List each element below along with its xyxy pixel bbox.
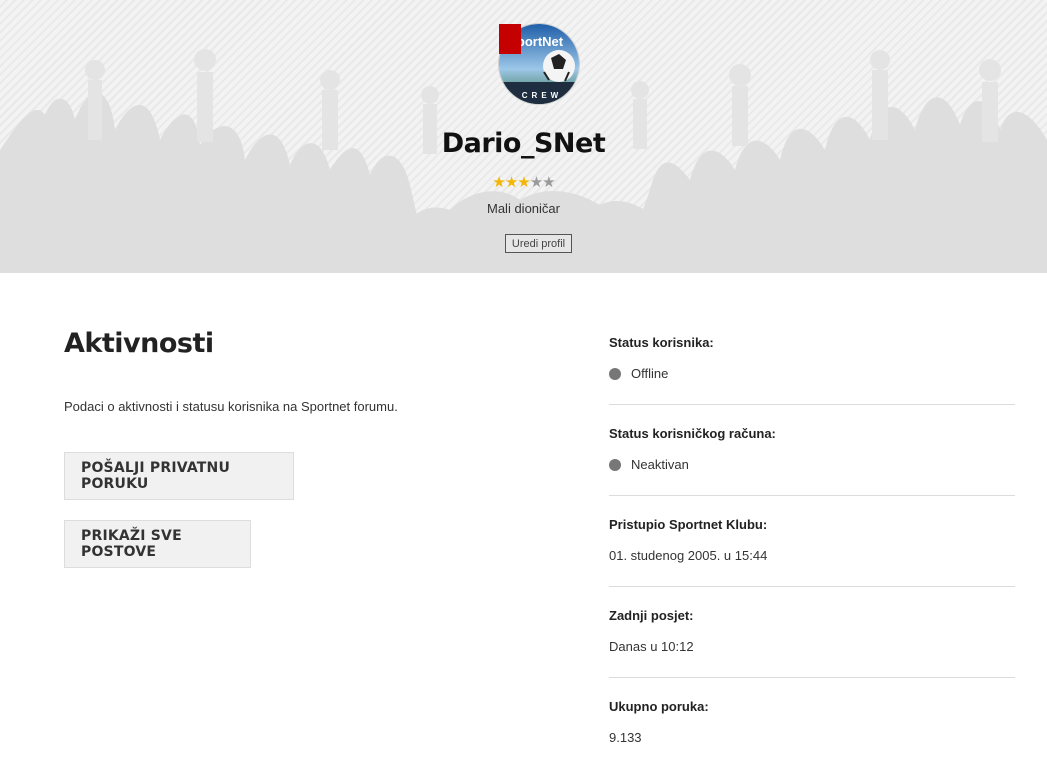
info-label: Status korisnika: bbox=[609, 335, 714, 350]
star-empty-icon: ★ bbox=[542, 174, 555, 191]
status-dot-icon bbox=[609, 367, 621, 380]
star-empty-icon: ★ bbox=[529, 174, 543, 191]
info-value: Neaktivan bbox=[631, 457, 689, 472]
info-joined: Pristupio Sportnet Klubu: 01. studenog 2… bbox=[609, 517, 1015, 563]
divider bbox=[609, 586, 1015, 587]
avatar-text: portNet bbox=[517, 34, 564, 49]
info-value: 9.133 bbox=[609, 730, 642, 745]
info-last-visit: Zadnji posjet: Danas u 10:12 bbox=[609, 608, 1015, 654]
info-value: 01. studenog 2005. u 15:44 bbox=[609, 548, 768, 563]
info-label: Zadnji posjet: bbox=[609, 608, 694, 623]
info-value: Danas u 10:12 bbox=[609, 639, 694, 654]
info-total-posts: Ukupno poruka: 9.133 bbox=[609, 699, 1015, 745]
username: Dario_SNet bbox=[441, 128, 606, 159]
info-value-row: Offline bbox=[609, 366, 1015, 381]
star-filled-icon: ★ bbox=[492, 174, 505, 191]
info-value: Offline bbox=[631, 366, 669, 381]
star-filled-icon: ★ bbox=[517, 174, 530, 191]
info-label: Pristupio Sportnet Klubu: bbox=[609, 517, 768, 532]
avatar-subtext: CREW bbox=[522, 91, 562, 100]
red-card-icon bbox=[499, 24, 521, 54]
activity-title: Aktivnosti bbox=[64, 328, 214, 359]
show-all-posts-button[interactable]: PRIKAŽI SVE POSTOVE bbox=[64, 520, 251, 568]
activity-description: Podaci o aktivnosti i statusu korisnika … bbox=[64, 399, 398, 414]
info-user-status: Status korisnika: Offline bbox=[609, 335, 1015, 381]
info-label: Ukupno poruka: bbox=[609, 699, 709, 714]
edit-profile-button[interactable]: Uredi profil bbox=[505, 234, 572, 253]
info-account-status: Status korisničkog računa: Neaktivan bbox=[609, 426, 1015, 472]
divider bbox=[609, 404, 1015, 405]
star-filled-icon: ★ bbox=[504, 174, 518, 191]
user-rank: Mali dioničar bbox=[487, 201, 560, 216]
profile-header: portNet CREW Dario_SNet ★★★★★ Mali dioni… bbox=[0, 0, 1047, 273]
divider bbox=[609, 495, 1015, 496]
info-label: Status korisničkog računa: bbox=[609, 426, 776, 441]
divider bbox=[609, 677, 1015, 678]
info-value-row: Neaktivan bbox=[609, 457, 1015, 472]
status-dot-icon bbox=[609, 458, 621, 471]
rating-stars: ★★★★★ bbox=[0, 175, 1047, 191]
send-private-message-button[interactable]: POŠALJI PRIVATNU PORUKU bbox=[64, 452, 294, 500]
